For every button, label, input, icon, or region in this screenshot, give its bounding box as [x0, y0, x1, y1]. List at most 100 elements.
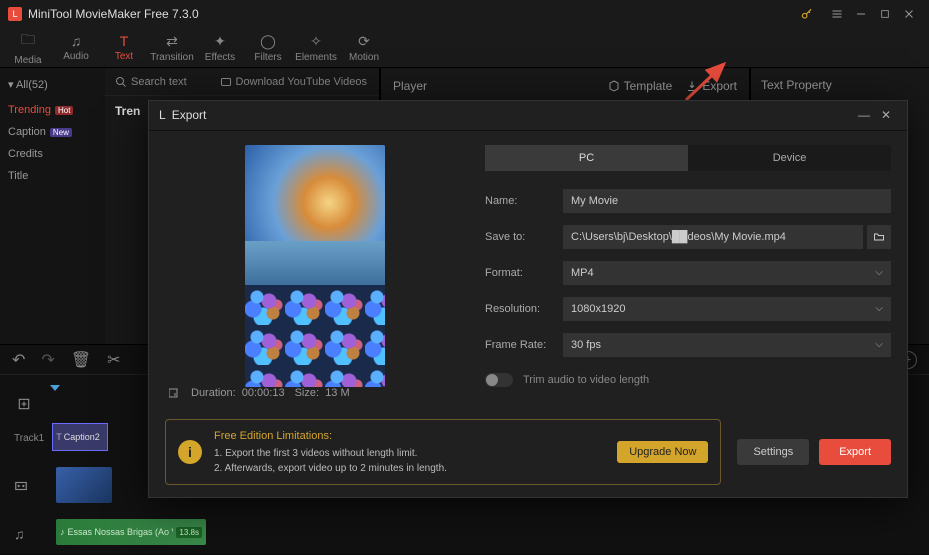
- minimize-button[interactable]: [849, 4, 873, 24]
- sidebar-item-label: Caption: [8, 126, 46, 138]
- tab-motion[interactable]: ⟳Motion: [340, 28, 388, 67]
- export-button[interactable]: Export: [686, 79, 737, 93]
- template-button[interactable]: Template: [608, 79, 673, 93]
- close-button[interactable]: [897, 4, 921, 24]
- tab-media-label: Media: [14, 55, 41, 66]
- chevron-down-icon: ⌵: [875, 339, 883, 350]
- template-icon: [608, 80, 620, 92]
- tab-effects[interactable]: ✦Effects: [196, 28, 244, 67]
- limitation-line-1: 1. Export the first 3 videos without len…: [214, 446, 605, 461]
- size-label: Size:: [295, 387, 319, 399]
- audio-duration-badge: 13.8s: [176, 527, 202, 538]
- sidebar-all-filter[interactable]: ▾ All(52): [8, 74, 97, 99]
- saveto-input[interactable]: C:\Users\bj\Desktop\██deos\My Movie.mp4: [563, 225, 863, 249]
- export-label: Export: [702, 79, 737, 93]
- main-toolbar: 🗀Media ♫Audio TText ⇄Transition ✦Effects…: [0, 28, 929, 68]
- text-category-sidebar: ▾ All(52) Trending Hot Caption New Credits…: [0, 68, 105, 344]
- audio-clip-label: Essas Nossas Brigas (Ao Vivo): [68, 527, 174, 537]
- audio-clip[interactable]: ♪ Essas Nossas Brigas (Ao Vivo) 13.8s: [56, 519, 206, 545]
- tab-transition[interactable]: ⇄Transition: [148, 28, 196, 67]
- chevron-down-icon: ⌵: [875, 303, 883, 314]
- format-select[interactable]: MP4 ⌵: [563, 261, 891, 285]
- dialog-close-button[interactable]: ✕: [875, 108, 897, 122]
- search-icon: [115, 76, 127, 88]
- sidebar-item-label: Title: [8, 170, 28, 182]
- resolution-label: Resolution:: [485, 303, 563, 315]
- search-placeholder: Search text: [131, 76, 187, 88]
- tab-audio[interactable]: ♫Audio: [52, 28, 100, 67]
- dialog-title: Export: [172, 108, 207, 122]
- name-input[interactable]: My Movie: [563, 189, 891, 213]
- download-youtube-label: Download YouTube Videos: [236, 76, 368, 88]
- tab-text-label: Text: [115, 51, 133, 62]
- export-preview-thumbnail: [245, 145, 385, 387]
- info-icon: i: [178, 440, 202, 464]
- new-badge: New: [50, 128, 72, 137]
- delete-button[interactable]: 🗑: [71, 350, 91, 370]
- limitation-line-2: 2. Afterwards, export video up to 2 minu…: [214, 461, 605, 476]
- tab-text[interactable]: TText: [100, 28, 148, 67]
- settings-button[interactable]: Settings: [737, 439, 809, 465]
- track1-label: Track1: [0, 433, 44, 444]
- app-logo-icon: L: [8, 7, 22, 21]
- framerate-label: Frame Rate:: [485, 339, 563, 351]
- tab-filters[interactable]: ◯Filters: [244, 28, 292, 67]
- audio-track-icon[interactable]: ♫: [0, 526, 48, 542]
- download-youtube-button[interactable]: Download YouTube Videos: [208, 76, 380, 88]
- saveto-label: Save to:: [485, 231, 563, 243]
- duration-value: 00:00:13: [242, 387, 285, 399]
- add-track-icon[interactable]: [17, 397, 31, 411]
- name-value: My Movie: [571, 195, 618, 207]
- tab-audio-label: Audio: [63, 51, 89, 62]
- caption-clip[interactable]: TCaption2: [52, 423, 108, 451]
- cut-button[interactable]: ✂: [107, 350, 120, 370]
- export-confirm-button[interactable]: Export: [819, 439, 891, 465]
- sidebar-item-title[interactable]: Title: [8, 165, 97, 187]
- sidebar-item-trending[interactable]: Trending Hot: [8, 99, 97, 121]
- hot-badge: Hot: [55, 106, 73, 115]
- key-icon[interactable]: [795, 4, 819, 24]
- limitations-box: i Free Edition Limitations: 1. Export th…: [165, 419, 721, 486]
- video-track-icon[interactable]: [0, 479, 48, 493]
- upgrade-button[interactable]: Upgrade Now: [617, 441, 708, 463]
- resolution-select[interactable]: 1080x1920⌵: [563, 297, 891, 321]
- menu-icon[interactable]: [825, 4, 849, 24]
- tab-pc-label: PC: [579, 152, 594, 164]
- undo-button[interactable]: ↶: [12, 350, 25, 370]
- tab-motion-label: Motion: [349, 52, 379, 63]
- download-icon: [220, 76, 232, 88]
- trim-audio-toggle[interactable]: [485, 373, 513, 387]
- framerate-select[interactable]: 30 fps⌵: [563, 333, 891, 357]
- sidebar-item-caption[interactable]: Caption New: [8, 121, 97, 143]
- browse-button[interactable]: [867, 225, 891, 249]
- info-icon: [169, 387, 181, 399]
- tab-pc[interactable]: PC: [485, 145, 688, 171]
- tab-device[interactable]: Device: [688, 145, 891, 171]
- sidebar-all-label: All(52): [16, 79, 48, 91]
- dialog-logo-icon: L: [159, 108, 166, 122]
- search-input[interactable]: Search text: [105, 76, 197, 88]
- playhead-icon[interactable]: [50, 385, 60, 391]
- caption-clip-label: Caption2: [64, 432, 100, 442]
- saveto-value: C:\Users\bj\Desktop\██deos\My Movie.mp4: [571, 231, 786, 243]
- settings-label: Settings: [753, 446, 793, 458]
- trim-audio-label: Trim audio to video length: [523, 374, 649, 386]
- duration-label: Duration:: [191, 387, 236, 399]
- upgrade-label: Upgrade Now: [629, 446, 696, 458]
- dialog-minimize-button[interactable]: —: [853, 108, 875, 122]
- video-clip[interactable]: [56, 467, 112, 503]
- sidebar-item-label: Trending: [8, 104, 51, 116]
- tab-transition-label: Transition: [150, 52, 194, 63]
- tab-elements[interactable]: ✧Elements: [292, 28, 340, 67]
- tab-device-label: Device: [773, 152, 807, 164]
- chevron-down-icon: ⌵: [875, 267, 883, 278]
- sidebar-item-credits[interactable]: Credits: [8, 143, 97, 165]
- format-value: MP4: [571, 267, 594, 279]
- size-value: 13 M: [325, 387, 349, 399]
- redo-button[interactable]: ↷: [41, 350, 54, 370]
- tab-media[interactable]: 🗀Media: [4, 28, 52, 67]
- maximize-button[interactable]: [873, 4, 897, 24]
- tab-elements-label: Elements: [295, 52, 337, 63]
- export-confirm-label: Export: [839, 446, 871, 458]
- player-label: Player: [393, 79, 427, 93]
